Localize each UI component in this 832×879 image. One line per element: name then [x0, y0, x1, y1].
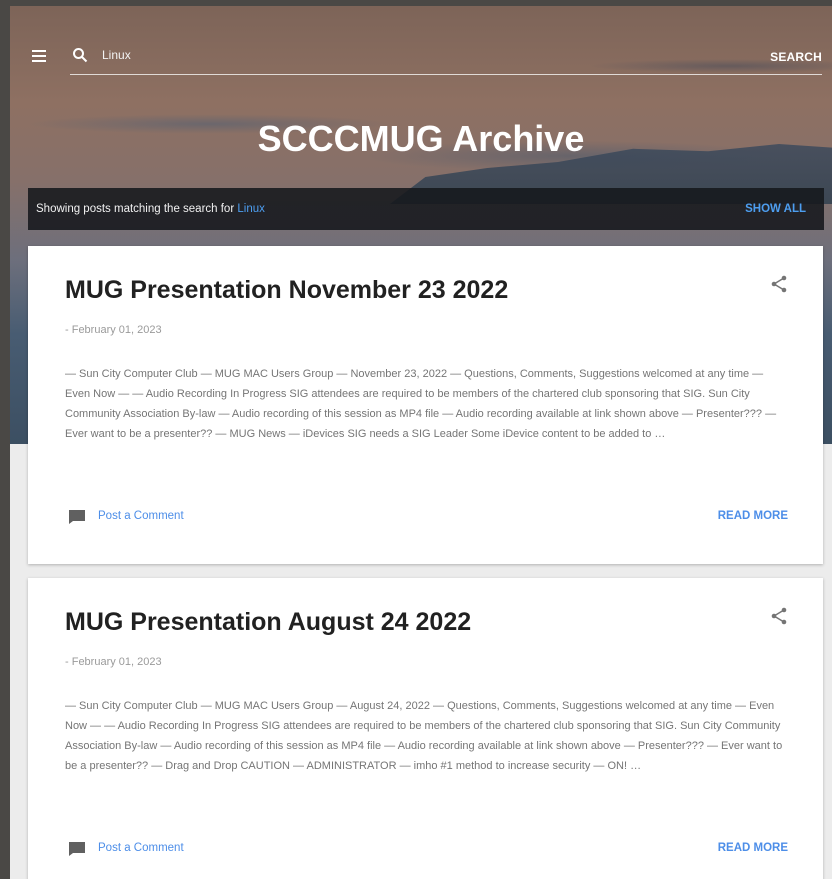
comment-icon[interactable]: [68, 509, 86, 525]
post-card: MUG Presentation August 24 2022 - Februa…: [28, 578, 823, 879]
read-more-link[interactable]: READ MORE: [718, 842, 788, 854]
top-bar: SEARCH: [10, 36, 832, 76]
status-query: Linux: [237, 203, 265, 215]
search-status-text: Showing posts matching the search for Li…: [36, 203, 265, 215]
search-icon[interactable]: [72, 47, 88, 63]
post-comment-link[interactable]: Post a Comment: [98, 510, 184, 522]
comment-icon[interactable]: [68, 841, 86, 857]
post-snippet: — Sun City Computer Club — MUG MAC Users…: [65, 368, 777, 440]
status-prefix: Showing posts matching the search for: [36, 203, 235, 215]
search-underline: [70, 74, 822, 75]
post-date[interactable]: - February 01, 2023: [65, 324, 162, 336]
share-icon[interactable]: [769, 274, 789, 294]
post-title[interactable]: MUG Presentation November 23 2022: [65, 276, 508, 305]
share-icon[interactable]: [769, 606, 789, 626]
post-card: MUG Presentation November 23 2022 - Febr…: [28, 246, 823, 564]
post-snippet: — Sun City Computer Club — MUG MAC Users…: [65, 700, 783, 772]
show-all-link[interactable]: SHOW ALL: [745, 203, 806, 215]
search-status-bar: Showing posts matching the search for Li…: [28, 188, 824, 230]
post-comment-link[interactable]: Post a Comment: [98, 842, 184, 854]
search-input[interactable]: [102, 44, 662, 66]
post-title[interactable]: MUG Presentation August 24 2022: [65, 608, 471, 637]
menu-icon[interactable]: [32, 50, 46, 62]
read-more-link[interactable]: READ MORE: [718, 510, 788, 522]
browser-page: SEARCH SCCCMUG Archive Showing posts mat…: [10, 6, 832, 879]
site-title[interactable]: SCCCMUG Archive: [10, 118, 832, 160]
post-date[interactable]: - February 01, 2023: [65, 656, 162, 668]
search-button[interactable]: SEARCH: [770, 50, 822, 64]
